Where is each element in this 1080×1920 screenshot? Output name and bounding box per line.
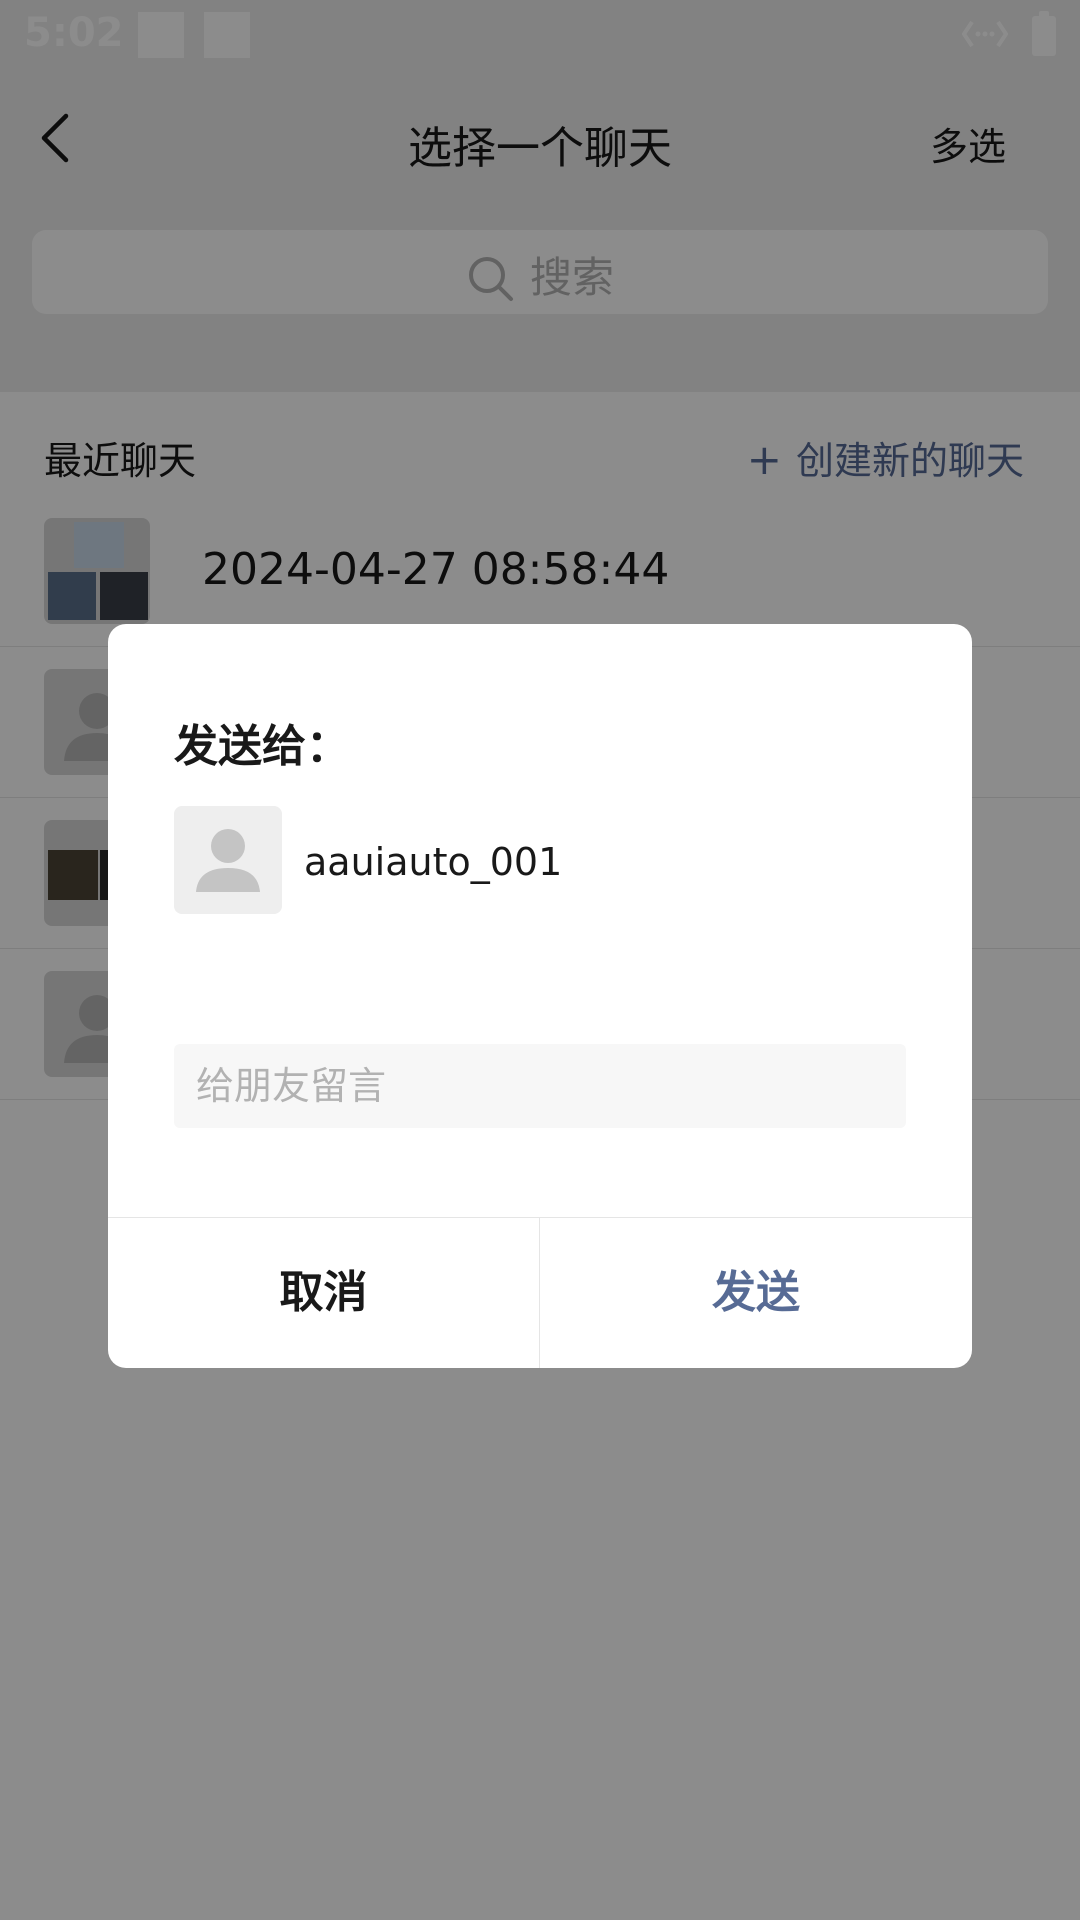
cancel-button[interactable]: 取消 [108,1218,540,1368]
recipient-name: aauiauto_001 [304,840,563,884]
send-dialog: 发送给： aauiauto_001 取消 发送 [108,624,972,1368]
send-button[interactable]: 发送 [540,1218,972,1368]
dialog-title: 发送给： [174,721,350,772]
user-silhouette-icon [196,829,260,892]
dialog-actions: 取消 发送 [108,1217,972,1368]
recipient-avatar [174,806,282,914]
message-input[interactable] [174,1044,906,1128]
